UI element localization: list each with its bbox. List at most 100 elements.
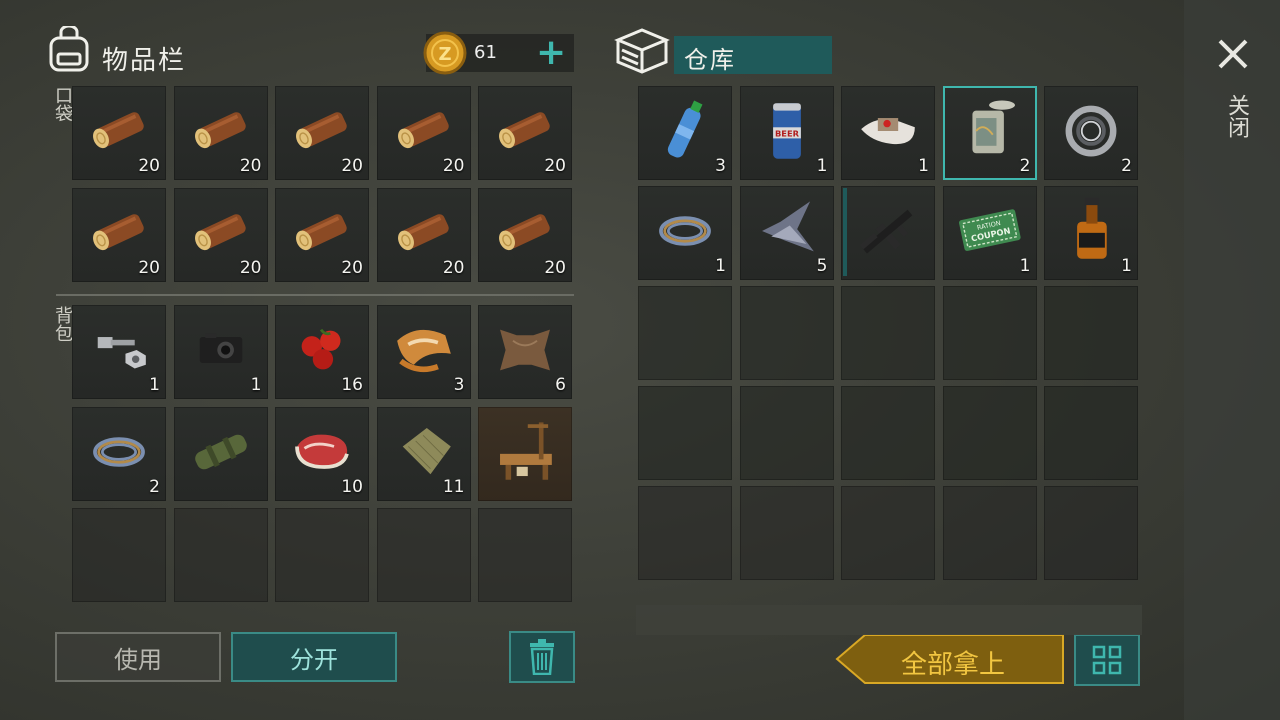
tin-can-icon	[971, 100, 1015, 154]
item-slot[interactable]: 20	[72, 187, 166, 282]
empty-slot[interactable]	[478, 508, 572, 602]
empty-slot[interactable]	[638, 486, 732, 580]
empty-slot[interactable]	[173, 508, 268, 602]
item-count: 11	[442, 476, 465, 497]
item-slot[interactable]: 20	[478, 86, 572, 180]
item-slot[interactable]: 1	[72, 305, 166, 399]
item-slot[interactable]: BEER 1	[739, 86, 834, 180]
wire-coil-icon	[659, 216, 711, 246]
item-count: 1	[918, 156, 929, 176]
item-slot[interactable]: 20	[275, 86, 369, 180]
storage-scrollbar[interactable]	[843, 188, 847, 276]
item-slot[interactable]: 3	[376, 305, 471, 399]
item-count: 1	[149, 375, 160, 395]
item-count: 3	[453, 375, 465, 395]
storage-scroll-fade	[636, 605, 1142, 635]
empty-slot[interactable]	[638, 286, 732, 380]
item-slot[interactable]: 20	[478, 187, 572, 282]
empty-slot[interactable]	[739, 286, 834, 380]
item-slot[interactable]: 1	[841, 86, 935, 180]
item-slot[interactable]: 11	[376, 406, 471, 501]
sort-grid-button[interactable]	[1074, 634, 1140, 686]
item-slot[interactable]: 20	[275, 187, 369, 282]
leather-hide-icon	[500, 329, 550, 371]
add-coins-icon[interactable]: +	[536, 32, 566, 73]
item-slot[interactable]: 3	[638, 86, 732, 180]
close-label: 关闭	[1224, 94, 1249, 138]
item-count: 20	[239, 257, 262, 278]
item-count: 1	[816, 156, 828, 176]
inventory-title: 物品栏	[102, 46, 187, 76]
item-slot[interactable]: RATION COUPON 1	[942, 186, 1037, 280]
item-count: 1	[1019, 256, 1031, 276]
empty-slot[interactable]	[638, 386, 732, 480]
empty-slot[interactable]	[841, 486, 935, 580]
item-slot[interactable]: 20	[173, 86, 268, 180]
item-count: 1	[250, 375, 262, 395]
close-icon[interactable]	[1217, 38, 1249, 70]
item-slot[interactable]: 20	[376, 86, 471, 180]
item-slot[interactable]: 2	[1044, 86, 1138, 180]
item-slot[interactable]: 1	[638, 186, 732, 280]
bearing-icon	[1065, 105, 1117, 157]
empty-slot[interactable]	[1044, 386, 1138, 480]
item-slot[interactable]: 2	[942, 86, 1037, 180]
empty-slot[interactable]	[1044, 486, 1138, 580]
item-count: 2	[1121, 156, 1132, 176]
item-count: 20	[341, 257, 363, 278]
svg-text:BEER: BEER	[774, 129, 799, 139]
item-count: 3	[715, 156, 726, 176]
bandage-icon	[861, 118, 915, 145]
item-slot[interactable]: 20	[173, 187, 268, 282]
item-slot[interactable]: 10	[275, 406, 369, 501]
empty-slot[interactable]	[942, 486, 1037, 580]
item-slot[interactable]: 20	[376, 187, 471, 282]
delete-button[interactable]	[509, 631, 575, 683]
item-slot[interactable]: 5	[739, 186, 834, 280]
svg-text:Z: Z	[438, 44, 451, 65]
storage-title: 仓库	[684, 46, 736, 74]
take-all-button[interactable]: 全部拿上	[835, 633, 1065, 685]
coin-balance[interactable]: Z 61 +	[423, 31, 574, 75]
item-slot[interactable]: 6	[478, 305, 572, 399]
water-bottle-icon	[667, 100, 703, 158]
trash-icon	[530, 639, 554, 675]
item-count: 16	[341, 375, 363, 395]
item-count: 1	[715, 256, 726, 276]
assault-rifle-icon	[859, 209, 913, 254]
item-count: 20	[442, 156, 465, 176]
item-slot[interactable]: 16	[275, 305, 369, 399]
close-panel[interactable]: 关闭	[1184, 0, 1280, 720]
empty-slot[interactable]	[1044, 286, 1138, 380]
item-count: 6	[555, 375, 566, 395]
whiskey-bottle-icon	[1077, 197, 1107, 259]
empty-slot[interactable]	[942, 286, 1037, 380]
use-button[interactable]: 使用	[55, 632, 221, 682]
storage-box-icon	[614, 28, 670, 74]
item-slot[interactable]	[478, 406, 572, 501]
empty-slot[interactable]	[739, 486, 834, 580]
item-count: 20	[138, 257, 160, 278]
item-slot[interactable]: 2	[72, 406, 166, 501]
empty-slot[interactable]	[72, 508, 166, 602]
item-count: 2	[149, 476, 160, 497]
camera-icon	[199, 333, 242, 363]
item-count: 5	[816, 256, 828, 276]
empty-slot[interactable]	[841, 286, 935, 380]
item-count: 20	[442, 257, 465, 278]
item-slot[interactable]	[173, 406, 268, 501]
section-divider	[56, 294, 574, 296]
item-count: 1	[1121, 256, 1132, 276]
empty-slot[interactable]	[942, 386, 1037, 480]
split-button[interactable]: 分开	[231, 632, 397, 682]
item-slot[interactable]: 20	[72, 86, 166, 180]
item-slot[interactable]: 1	[1044, 186, 1138, 280]
empty-slot[interactable]	[376, 508, 471, 602]
item-slot[interactable]	[841, 186, 935, 280]
empty-slot[interactable]	[841, 386, 935, 480]
empty-slot[interactable]	[739, 386, 834, 480]
empty-slot[interactable]	[275, 508, 369, 602]
grid-icon	[1092, 645, 1122, 675]
item-slot[interactable]: 1	[173, 305, 268, 399]
ration-coupon-icon: RATIONCOUPON	[958, 209, 1021, 251]
